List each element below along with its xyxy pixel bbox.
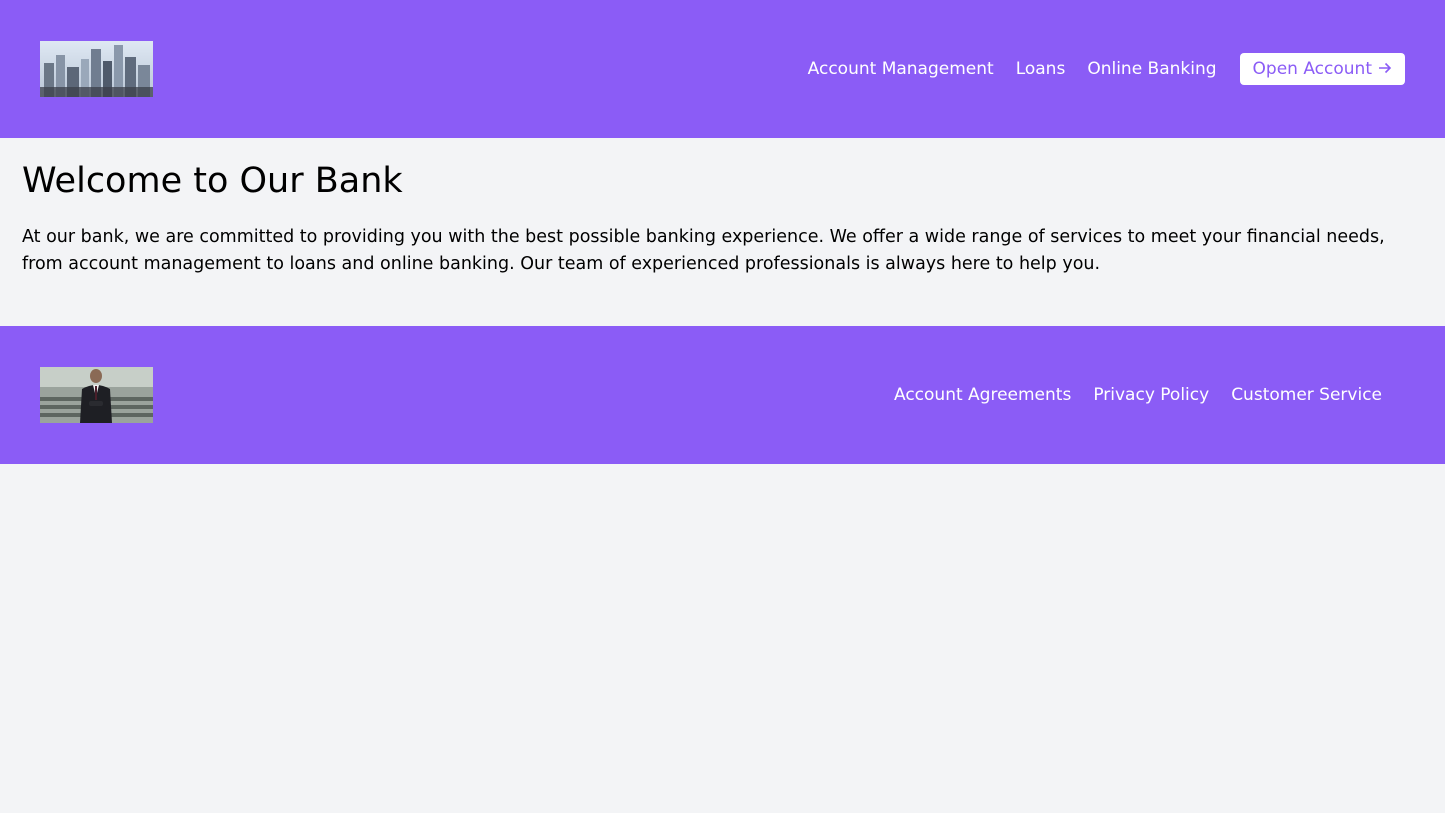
- footer-nav: Account Agreements Privacy Policy Custom…: [894, 385, 1405, 405]
- arrow-right-icon: [1378, 60, 1392, 79]
- businessman-image: [40, 367, 153, 423]
- nav-online-banking[interactable]: Online Banking: [1087, 59, 1216, 79]
- nav-loans[interactable]: Loans: [1016, 59, 1066, 79]
- page-title: Welcome to Our Bank: [22, 161, 403, 201]
- footer-link-privacy-policy[interactable]: Privacy Policy: [1093, 385, 1209, 405]
- open-account-button[interactable]: Open Account: [1239, 53, 1405, 85]
- open-account-label: Open Account: [1252, 59, 1372, 79]
- main-nav: Account Management Loans Online Banking …: [808, 53, 1405, 85]
- footer-logo[interactable]: [40, 367, 153, 423]
- header-logo[interactable]: [40, 41, 153, 97]
- footer-link-customer-service[interactable]: Customer Service: [1231, 385, 1382, 405]
- intro-paragraph: At our bank, we are committed to providi…: [22, 227, 1385, 274]
- site-header: Account Management Loans Online Banking …: [0, 0, 1445, 138]
- site-footer: Account Agreements Privacy Policy Custom…: [0, 326, 1445, 464]
- city-skyline-image: [40, 41, 153, 97]
- footer-link-account-agreements[interactable]: Account Agreements: [894, 385, 1071, 405]
- main-content: Welcome to Our Bank At our bank, we are …: [0, 138, 1445, 298]
- nav-account-management[interactable]: Account Management: [808, 59, 994, 79]
